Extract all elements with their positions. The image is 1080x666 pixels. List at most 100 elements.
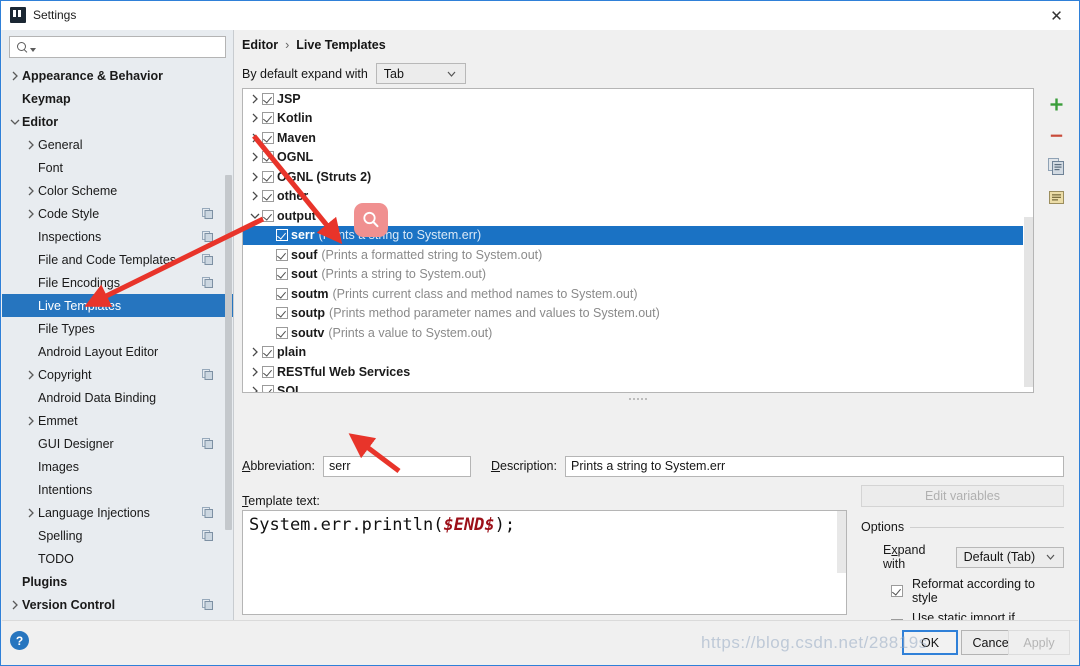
ok-button[interactable]: OK	[902, 630, 958, 655]
sidebar-item-code-style[interactable]: Code Style	[2, 202, 233, 225]
template-text-editor[interactable]: System.err.println($END$);	[242, 510, 847, 615]
template-row[interactable]: souf (Prints a formatted string to System…	[243, 245, 1033, 265]
code-scrollbar[interactable]	[837, 511, 846, 614]
sidebar-item-android-layout-editor[interactable]: Android Layout Editor	[2, 340, 233, 363]
sidebar-scroll-thumb[interactable]	[225, 175, 232, 530]
help-icon[interactable]: ?	[10, 631, 29, 650]
template-group-row[interactable]: RESTful Web Services	[243, 362, 1033, 382]
chevron-right-icon[interactable]	[248, 113, 262, 123]
chevron-right-icon[interactable]	[248, 191, 262, 201]
template-group-row[interactable]: plain	[243, 343, 1033, 363]
sidebar-item-font[interactable]: Font	[2, 156, 233, 179]
abbreviation-input[interactable]	[322, 455, 471, 477]
chevron-right-icon[interactable]	[24, 209, 38, 219]
template-group-row[interactable]: JSP	[243, 89, 1033, 109]
template-row[interactable]: soutv (Prints a value to System.out)	[243, 323, 1033, 343]
template-group-row[interactable]: Kotlin	[243, 109, 1033, 129]
sidebar-item-live-templates[interactable]: Live Templates	[2, 294, 233, 317]
template-checkbox[interactable]	[276, 307, 288, 320]
apply-button[interactable]: Apply	[1008, 630, 1070, 655]
template-group-row[interactable]: OGNL (Struts 2)	[243, 167, 1033, 187]
template-row[interactable]: soutp (Prints method parameter names and …	[243, 304, 1033, 324]
sidebar-item-general[interactable]: General	[2, 133, 233, 156]
chevron-right-icon[interactable]	[248, 347, 262, 357]
chevron-right-icon[interactable]	[24, 140, 38, 150]
sidebar-item-copyright[interactable]: Copyright	[2, 363, 233, 386]
chevron-right-icon[interactable]	[248, 94, 262, 104]
template-checkbox[interactable]	[262, 151, 274, 164]
sidebar-item-editor[interactable]: Editor	[2, 110, 233, 133]
template-checkbox[interactable]	[276, 268, 288, 281]
sidebar-item-todo[interactable]: TODO	[2, 547, 233, 570]
template-checkbox[interactable]	[276, 287, 288, 300]
copy-icon[interactable]	[1045, 156, 1067, 176]
options-group-title: Options	[861, 520, 905, 534]
note-icon[interactable]	[1045, 187, 1067, 207]
template-group-row[interactable]: Maven	[243, 128, 1033, 148]
template-checkbox[interactable]	[276, 326, 288, 339]
template-checkbox[interactable]	[276, 229, 288, 242]
chevron-right-icon[interactable]	[248, 172, 262, 182]
chevron-down-icon[interactable]	[8, 118, 22, 126]
sidebar-item-file-encodings[interactable]: File Encodings	[2, 271, 233, 294]
chevron-right-icon[interactable]	[248, 367, 262, 377]
panel-splitter[interactable]	[242, 394, 1034, 404]
sidebar-item-emmet[interactable]: Emmet	[2, 409, 233, 432]
sidebar-item-gui-designer[interactable]: GUI Designer	[2, 432, 233, 455]
template-checkbox[interactable]	[262, 131, 274, 144]
option-checkbox[interactable]	[891, 585, 903, 597]
sidebar-item-label: Color Scheme	[38, 183, 118, 198]
sidebar-item-images[interactable]: Images	[2, 455, 233, 478]
sidebar-item-intentions[interactable]: Intentions	[2, 478, 233, 501]
search-input[interactable]	[40, 38, 225, 56]
tree-scroll-thumb[interactable]	[1024, 217, 1033, 387]
breadcrumb-root[interactable]: Editor	[242, 38, 278, 52]
template-checkbox[interactable]	[262, 190, 274, 203]
sidebar-item-inspections[interactable]: Inspections	[2, 225, 233, 248]
sidebar-item-spelling[interactable]: Spelling	[2, 524, 233, 547]
option-checkbox-row[interactable]: Reformat according to style	[861, 577, 1064, 605]
template-checkbox[interactable]	[262, 112, 274, 125]
sidebar-item-file-and-code-templates[interactable]: File and Code Templates	[2, 248, 233, 271]
template-row[interactable]: sout (Prints a string to System.out)	[243, 265, 1033, 285]
sidebar-item-color-scheme[interactable]: Color Scheme	[2, 179, 233, 202]
chevron-right-icon[interactable]	[24, 508, 38, 518]
template-checkbox[interactable]	[262, 346, 274, 359]
sidebar-item-keymap[interactable]: Keymap	[2, 87, 233, 110]
chevron-right-icon[interactable]	[248, 133, 262, 143]
template-checkbox[interactable]	[262, 365, 274, 378]
chevron-right-icon[interactable]	[248, 386, 262, 392]
template-group-row[interactable]: OGNL	[243, 148, 1033, 168]
chevron-right-icon[interactable]	[24, 370, 38, 380]
template-checkbox[interactable]	[262, 385, 274, 392]
template-checkbox[interactable]	[276, 248, 288, 261]
sidebar-item-version-control[interactable]: Version Control	[2, 593, 233, 616]
sidebar-item-plugins[interactable]: Plugins	[2, 570, 233, 593]
chevron-right-icon[interactable]	[8, 71, 22, 81]
default-expand-select[interactable]: Tab	[375, 63, 466, 84]
sidebar-item-android-data-binding[interactable]: Android Data Binding	[2, 386, 233, 409]
tree-scrollbar[interactable]	[1023, 89, 1033, 392]
chevron-down-icon[interactable]	[248, 212, 262, 220]
template-checkbox[interactable]	[262, 92, 274, 105]
close-icon[interactable]: ✕	[1034, 1, 1079, 30]
sidebar-item-file-types[interactable]: File Types	[2, 317, 233, 340]
remove-template-button[interactable]	[1045, 125, 1067, 145]
search-box[interactable]	[9, 36, 226, 58]
expand-with-select[interactable]: Default (Tab)	[955, 546, 1064, 568]
description-input[interactable]	[564, 455, 1064, 477]
template-row[interactable]: soutm (Prints current class and method na…	[243, 284, 1033, 304]
chevron-right-icon[interactable]	[248, 152, 262, 162]
chevron-right-icon[interactable]	[8, 600, 22, 610]
code-scroll-thumb[interactable]	[837, 511, 846, 573]
template-checkbox[interactable]	[262, 209, 274, 222]
chevron-right-icon[interactable]	[24, 416, 38, 426]
sidebar-scrollbar[interactable]	[225, 60, 232, 619]
template-group-row[interactable]: SQL	[243, 382, 1033, 392]
add-template-button[interactable]	[1045, 94, 1067, 114]
chevron-right-icon[interactable]	[24, 186, 38, 196]
sidebar-item-language-injections[interactable]: Language Injections	[2, 501, 233, 524]
sidebar-item-label: Intentions	[38, 482, 93, 497]
template-checkbox[interactable]	[262, 170, 274, 183]
sidebar-item-appearance-behavior[interactable]: Appearance & Behavior	[2, 64, 233, 87]
